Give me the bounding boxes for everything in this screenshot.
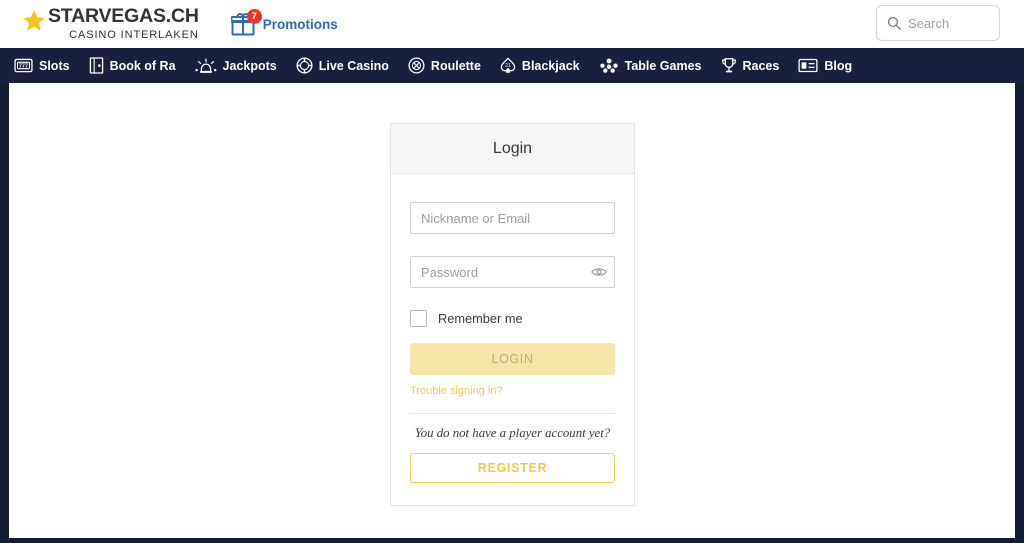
content-area: Login Remember m — [9, 83, 1015, 538]
page-title: Login — [492, 139, 533, 157]
promotions-badge: 7 — [246, 9, 262, 24]
promotions-label: Promotions — [262, 16, 338, 32]
nav-label: Blog — [824, 58, 853, 73]
article-icon — [798, 58, 818, 73]
nav-label: Roulette — [430, 58, 481, 73]
site-logo[interactable]: STARVEGAS.CH CASINO INTERLAKEN — [22, 7, 199, 41]
trouble-signing-in-link[interactable]: Trouble signing in? — [410, 385, 503, 397]
nav-item-slots[interactable]: 777 Slots — [14, 58, 70, 73]
login-button[interactable]: LOGIN — [410, 343, 615, 375]
top-bar: STARVEGAS.CH CASINO INTERLAKEN 7 Promoti… — [0, 0, 1024, 48]
nav-label: Table Games — [624, 58, 702, 73]
card-divider — [410, 413, 615, 414]
logo-main-text: STARVEGAS.CH — [48, 5, 199, 28]
nav-item-jackpots[interactable]: Jackpots — [195, 57, 277, 74]
register-button[interactable]: REGISTER — [410, 453, 615, 483]
page-root: STARVEGAS.CH CASINO INTERLAKEN 7 Promoti… — [0, 0, 1024, 543]
nav-item-book-of-ra[interactable]: Book of Ra — [89, 57, 176, 74]
nav-label: Races — [742, 58, 780, 73]
password-visibility-toggle[interactable] — [591, 266, 607, 278]
search-box[interactable] — [876, 5, 1000, 41]
slot-machine-icon: 777 — [14, 58, 33, 73]
book-icon — [89, 57, 103, 74]
nav-label: Slots — [39, 58, 70, 73]
nav-label: Book of Ra — [109, 58, 176, 73]
no-account-text: You do not have a player account yet? — [414, 426, 611, 440]
casino-chip-icon — [296, 57, 313, 74]
gift-icon-wrap: 7 — [230, 9, 262, 36]
username-field-wrap — [410, 202, 615, 234]
nav-item-table-games[interactable]: Table Games — [599, 57, 702, 74]
svg-text:21: 21 — [505, 63, 511, 69]
star-icon — [23, 10, 45, 31]
nav-item-races[interactable]: Races — [721, 57, 780, 74]
nav-label: Blackjack — [521, 58, 580, 73]
username-input[interactable] — [410, 202, 615, 234]
password-input[interactable] — [410, 256, 615, 288]
search-icon — [887, 16, 901, 30]
svg-text:777: 777 — [19, 63, 28, 69]
search-input[interactable] — [908, 15, 989, 31]
spade-21-icon: 21 — [500, 57, 516, 73]
nav-item-live-casino[interactable]: Live Casino — [296, 57, 389, 74]
remember-me-row[interactable]: Remember me — [410, 310, 615, 327]
roulette-chip-icon — [408, 57, 425, 74]
jackpot-siren-icon — [195, 58, 216, 73]
promotions-link[interactable]: 7 Promotions — [230, 9, 338, 36]
login-card-header: Login — [391, 124, 634, 174]
nav-item-roulette[interactable]: Roulette — [408, 57, 481, 74]
login-card-body: Remember me LOGIN Trouble signing in? Yo… — [391, 174, 634, 505]
remember-me-label: Remember me — [438, 311, 523, 326]
remember-me-checkbox[interactable] — [410, 310, 427, 327]
table-games-icon — [599, 58, 618, 73]
logo-sub-text: CASINO INTERLAKEN — [69, 28, 199, 41]
trophy-icon — [721, 58, 736, 73]
main-navigation: 777 Slots Book of Ra Jackpots Live Casin… — [0, 48, 1024, 83]
nav-label: Live Casino — [318, 58, 389, 73]
login-card: Login Remember m — [390, 123, 635, 506]
nav-item-blog[interactable]: Blog — [798, 58, 852, 73]
nav-label: Jackpots — [222, 58, 277, 73]
password-field-wrap — [410, 256, 615, 288]
nav-item-blackjack[interactable]: 21 Blackjack — [500, 57, 580, 74]
eye-icon — [591, 268, 607, 276]
